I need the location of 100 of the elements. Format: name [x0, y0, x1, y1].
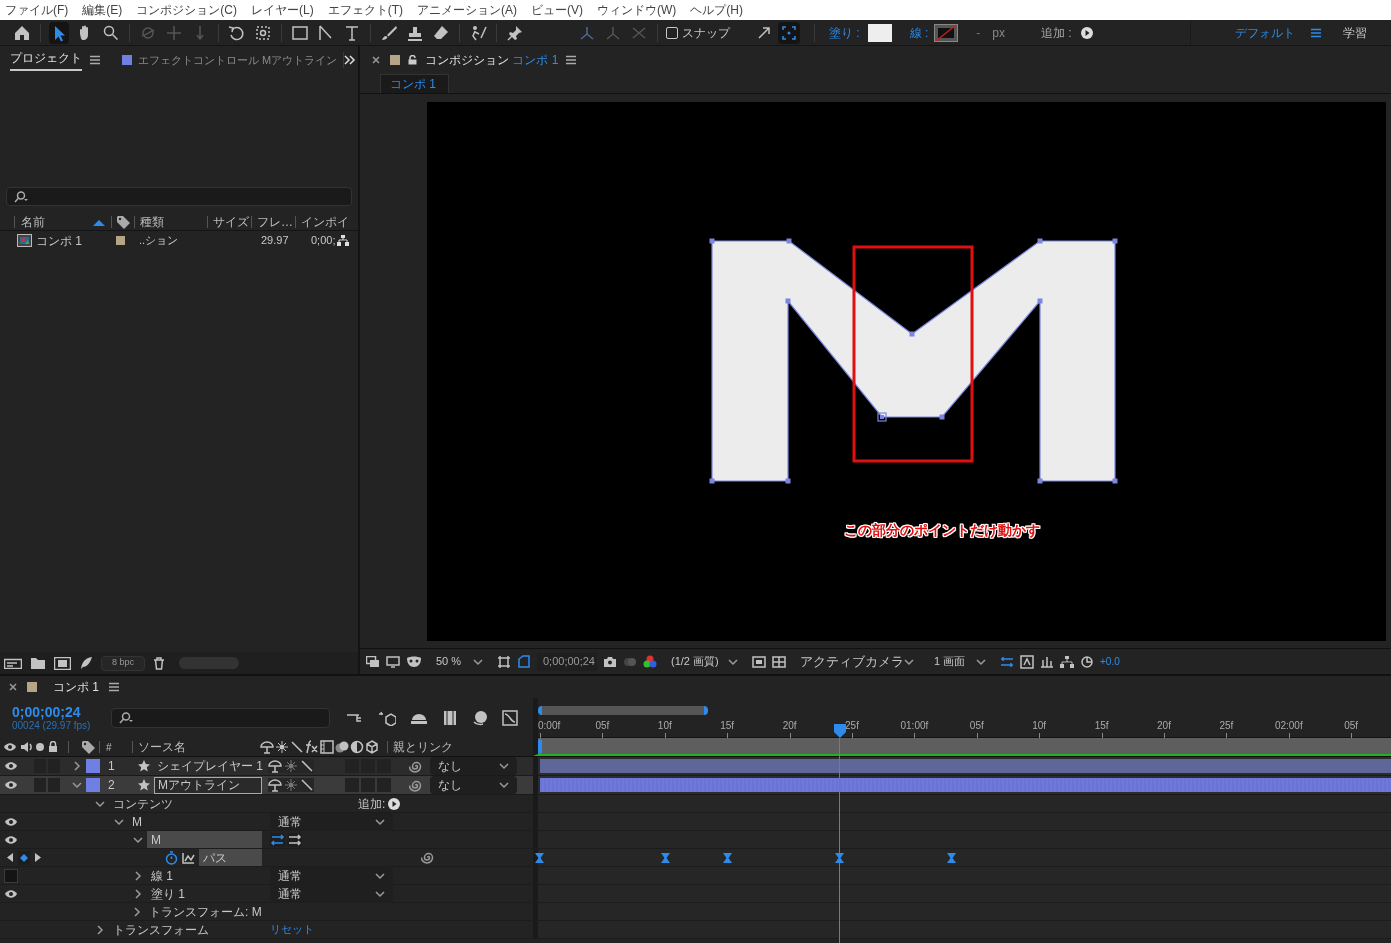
- playhead-handle-icon[interactable]: [833, 724, 846, 738]
- menu-item[interactable]: レイヤー(L): [251, 1, 314, 19]
- workspace-tab[interactable]: デフォルト: [1235, 23, 1295, 42]
- layer-name[interactable]: シェイプレイヤー 1: [154, 757, 262, 775]
- column-header[interactable]: 親とリンク: [393, 738, 453, 756]
- menu-item[interactable]: ウィンドウ(W): [597, 1, 677, 19]
- snap-checkbox[interactable]: スナップ: [666, 23, 730, 42]
- panel-tab[interactable]: コンポジション コンポ 1: [425, 51, 559, 69]
- exposure-value[interactable]: +0.0: [1100, 654, 1120, 669]
- fill-swatch[interactable]: [867, 23, 892, 42]
- property-name[interactable]: トランスフォーム: M: [145, 903, 266, 920]
- draft-3d-icon[interactable]: [378, 710, 396, 726]
- add-label[interactable]: 追加 :: [1041, 23, 1072, 42]
- search-icon[interactable]: [13, 190, 29, 203]
- parent-dropdown[interactable]: なし: [430, 757, 517, 775]
- spiral-icon[interactable]: [409, 759, 422, 773]
- menu-item[interactable]: ヘルプ(H): [690, 1, 743, 19]
- reset-link[interactable]: リセット: [270, 921, 314, 938]
- keyframe-diamond-icon[interactable]: [20, 853, 28, 862]
- speaker-icon[interactable]: [20, 741, 32, 753]
- column-header[interactable]: インポイ: [301, 213, 349, 231]
- color-label[interactable]: [116, 236, 125, 245]
- chevron-right-icon[interactable]: [73, 761, 81, 771]
- menu-item[interactable]: アニメーション(A): [417, 1, 517, 19]
- panel-tab[interactable]: プロジェクト: [10, 49, 82, 71]
- current-time[interactable]: 0;00;00;24: [12, 704, 106, 720]
- path-direction-icon[interactable]: [270, 832, 285, 847]
- grid-overlay-icon[interactable]: [497, 654, 511, 669]
- keyframe-icon[interactable]: [660, 853, 670, 863]
- menu-icon[interactable]: [90, 55, 100, 65]
- fast-preview-icon[interactable]: [1020, 654, 1034, 669]
- eye-icon[interactable]: [4, 888, 18, 899]
- composition-flowchart-icon[interactable]: [346, 711, 364, 725]
- zoom-dropdown[interactable]: 50 %: [428, 652, 491, 671]
- eye-icon[interactable]: [4, 780, 18, 790]
- chevron-down-icon[interactable]: [976, 657, 986, 666]
- visibility-toggle[interactable]: [4, 868, 18, 883]
- solo-dot-icon[interactable]: [35, 742, 45, 752]
- workspace-tab[interactable]: 学習: [1343, 23, 1367, 42]
- camera-dropdown[interactable]: アクティブカメラ: [792, 652, 920, 671]
- half-circle-icon[interactable]: [350, 740, 364, 754]
- trash-icon[interactable]: [153, 656, 166, 670]
- layer-name[interactable]: Mアウトライン: [154, 776, 262, 794]
- graph-icon[interactable]: [182, 851, 195, 864]
- anchor-point-icon[interactable]: [254, 23, 272, 42]
- pin-icon[interactable]: [506, 23, 524, 42]
- eye-icon[interactable]: [4, 834, 18, 845]
- type-icon[interactable]: [343, 23, 361, 42]
- transparency-grid-icon[interactable]: [772, 655, 786, 668]
- reset-exposure-icon[interactable]: [1080, 654, 1094, 669]
- flowchart-icon[interactable]: [337, 235, 350, 246]
- sun-icon[interactable]: [275, 740, 289, 754]
- eraser-icon[interactable]: [432, 23, 450, 42]
- rectangle-icon[interactable]: [291, 23, 309, 42]
- play-circle-icon[interactable]: [1080, 26, 1093, 39]
- property-name[interactable]: トランスフォーム: [109, 921, 262, 938]
- spiral-icon[interactable]: [421, 851, 434, 864]
- column-header[interactable]: ソース名: [138, 738, 260, 756]
- eye-icon[interactable]: [4, 816, 18, 827]
- column-header[interactable]: サイズ: [213, 213, 251, 231]
- new-composition-icon[interactable]: [54, 656, 71, 670]
- keyframe-icon[interactable]: [722, 853, 732, 863]
- rgb-channels-icon[interactable]: [643, 655, 657, 668]
- interpret-footage-icon[interactable]: [4, 657, 22, 669]
- spiral-icon[interactable]: [409, 778, 422, 792]
- close-icon[interactable]: [372, 56, 380, 64]
- layer-row[interactable]: 1 シェイプレイヤー 1 なし: [0, 757, 533, 775]
- add-label[interactable]: 追加:: [358, 794, 386, 813]
- slash-icon[interactable]: [300, 778, 314, 792]
- close-icon[interactable]: [9, 683, 17, 691]
- menu-item[interactable]: エフェクト(T): [327, 1, 403, 19]
- lock-icon[interactable]: [408, 55, 417, 65]
- chevron-down-icon[interactable]: [728, 657, 738, 666]
- anchor-icon[interactable]: [268, 759, 282, 773]
- resolution-dropdown[interactable]: (1/2 画質): [663, 652, 746, 671]
- property-name[interactable]: パス: [199, 849, 262, 866]
- chevron-down-icon[interactable]: [473, 657, 483, 666]
- stroke-width-value[interactable]: -: [976, 23, 981, 42]
- parent-dropdown[interactable]: なし: [430, 776, 517, 794]
- search-icon[interactable]: [102, 23, 120, 42]
- fill-label[interactable]: 塗り :: [829, 23, 860, 42]
- anchor-icon[interactable]: [260, 740, 274, 754]
- column-header[interactable]: 名前: [21, 213, 93, 231]
- column-header[interactable]: 種類: [140, 213, 207, 231]
- menu-icon[interactable]: [109, 682, 119, 692]
- menu-item[interactable]: ビュー(V): [531, 1, 583, 19]
- menu-item[interactable]: コンポジション(C): [136, 1, 237, 19]
- chevron-down-icon[interactable]: [499, 762, 509, 770]
- menu-icon[interactable]: [566, 55, 577, 65]
- mask-path-icon[interactable]: [517, 654, 531, 669]
- slash-icon[interactable]: [300, 759, 314, 773]
- chevron-right-icon[interactable]: [133, 906, 141, 917]
- snap-target-icon[interactable]: [782, 25, 796, 40]
- tag-icon[interactable]: [116, 215, 130, 229]
- view-layout-dropdown[interactable]: 1 画面: [926, 652, 994, 671]
- toggle-view-icon[interactable]: [1000, 655, 1014, 668]
- chevron-down-icon[interactable]: [499, 781, 509, 789]
- chevron-right-icon[interactable]: [134, 870, 142, 881]
- anchor-icon[interactable]: [268, 778, 282, 792]
- flowchart-icon[interactable]: [1060, 655, 1074, 668]
